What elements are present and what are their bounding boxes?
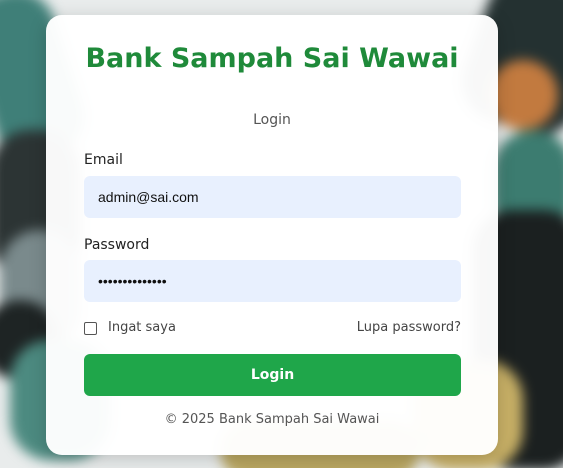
login-card: Bank Sampah Sai Wawai Login Email Passwo… [46, 15, 498, 455]
forgot-password-link[interactable]: Lupa password? [357, 320, 461, 335]
email-label: Email [84, 152, 123, 168]
password-input[interactable] [84, 260, 461, 302]
login-button[interactable]: Login [84, 354, 461, 396]
options-row: Ingat saya Lupa password? [84, 320, 461, 338]
page-subtitle: Login [253, 112, 291, 128]
app-title: Bank Sampah Sai Wawai [85, 43, 459, 74]
remember-checkbox[interactable] [84, 322, 97, 335]
email-input[interactable] [84, 176, 461, 218]
footer-copyright: © 2025 Bank Sampah Sai Wawai [164, 412, 380, 427]
remember-label[interactable]: Ingat saya [108, 320, 176, 335]
password-label: Password [84, 237, 150, 253]
login-page: Bank Sampah Sai Wawai Login Email Passwo… [0, 0, 563, 468]
